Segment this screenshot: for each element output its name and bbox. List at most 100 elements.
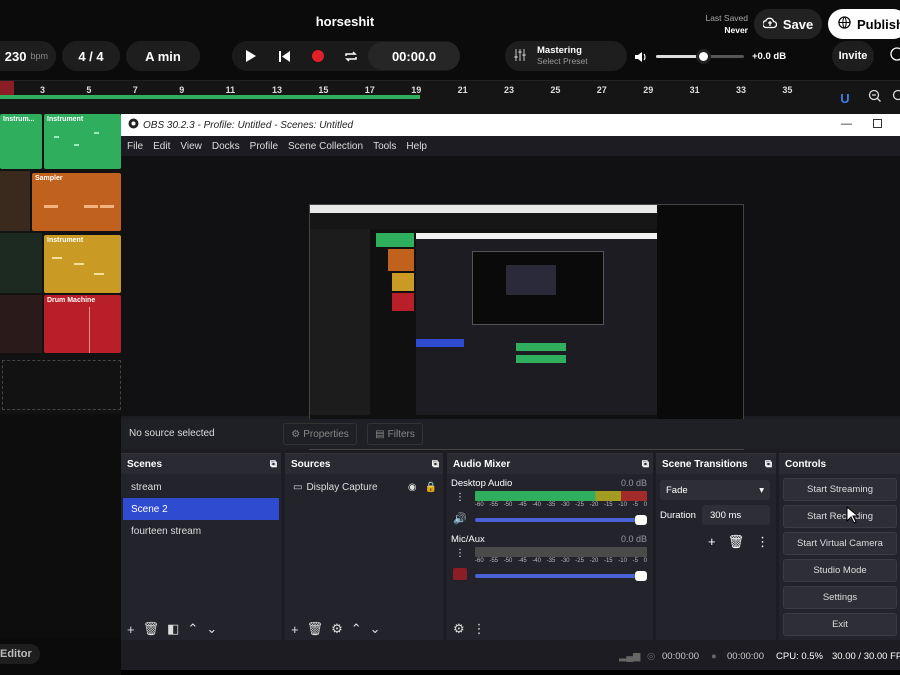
clip-drum-machine[interactable]: Drum Machine (44, 295, 121, 353)
menu-file[interactable]: File (127, 141, 143, 152)
clip-instrument-3[interactable]: Instrument (44, 235, 121, 293)
meter-scale-label: -40 (532, 558, 541, 564)
mastering-selector[interactable]: Mastering Select Preset (505, 41, 627, 71)
meter-scale-label: -5 (632, 558, 638, 564)
menu-docks[interactable]: Docks (212, 141, 240, 152)
chevron-down-icon[interactable]: ⌄ (370, 621, 381, 637)
loop-region-marker[interactable] (0, 81, 14, 95)
start-virtual-camera-button[interactable]: Start Virtual Camera (783, 532, 897, 555)
channel-db: 0.0 dB (620, 478, 647, 488)
kebab-icon[interactable]: ⋮ (756, 534, 769, 550)
chevron-up-icon[interactable]: ⌃ (351, 621, 362, 637)
editor-tab[interactable]: Editor (0, 644, 40, 664)
filter-icon: ▤ (375, 428, 385, 440)
invite-button[interactable]: Invite (832, 41, 874, 71)
zoom-out-icon[interactable] (868, 89, 882, 108)
share-icon[interactable] (888, 46, 900, 67)
add-icon[interactable]: + (291, 622, 299, 637)
menu-view[interactable]: View (180, 141, 202, 152)
settings-button[interactable]: Settings (783, 586, 897, 609)
scene-item[interactable]: fourteen stream (123, 520, 279, 542)
filters-button[interactable]: ▤ Filters (367, 423, 423, 445)
track-area: Instrum... Instrument Sampler Instrument… (0, 114, 121, 414)
lock-icon[interactable]: 🔒 (425, 482, 437, 493)
tempo-field[interactable]: 230 bpm (0, 41, 56, 71)
duration-input[interactable]: 300 ms (702, 505, 770, 525)
studio-mode-button[interactable]: Studio Mode (783, 559, 897, 582)
meter-scale-label: -15 (603, 502, 613, 508)
meter-scale-label: -35 (546, 558, 556, 564)
properties-button[interactable]: ⚙ Properties (283, 423, 357, 445)
meter-scale-label: -20 (589, 502, 599, 508)
eye-icon[interactable]: ◉ (408, 482, 417, 493)
zoom-in-icon[interactable] (892, 89, 900, 108)
undock-icon[interactable]: ⧉ (765, 459, 772, 470)
speaker-icon[interactable] (634, 50, 648, 68)
skip-back-icon[interactable] (270, 42, 298, 70)
exit-button[interactable]: Exit (783, 613, 897, 636)
key-field[interactable]: A min (126, 41, 200, 71)
filter-icon[interactable]: ◧ (167, 621, 179, 637)
start-recording-button[interactable]: Start Recording (783, 505, 897, 528)
ruler-number: 3 (40, 85, 46, 95)
clip-instrument-2[interactable]: Instrument (44, 114, 121, 169)
source-item[interactable]: ▭ Display Capture ◉ 🔒 (287, 476, 441, 498)
time-signature-field[interactable]: 4 / 4 (62, 41, 120, 71)
undock-icon[interactable]: ⧉ (432, 459, 439, 470)
menu-scene-collection[interactable]: Scene Collection (288, 141, 363, 152)
loop-icon[interactable] (337, 42, 365, 70)
mixer-header: Audio Mixer ⧉ (447, 454, 653, 474)
meter-scale-label: -50 (503, 558, 513, 564)
kebab-icon[interactable]: ⋮ (455, 548, 465, 559)
gear-icon[interactable]: ⚙ (331, 621, 343, 637)
meter-scale-label: -45 (517, 558, 527, 564)
time-display: 00:00.0 (368, 42, 460, 70)
undock-icon[interactable]: ⧉ (642, 459, 649, 470)
menu-tools[interactable]: Tools (373, 141, 396, 152)
timeline-ruler[interactable]: 3 5 7 9 11 13 15 17 19 21 23 25 27 29 31 33 35 U (0, 80, 900, 114)
speaker-icon[interactable]: 🔊 (453, 512, 467, 525)
stream-time: 00:00:00 (662, 651, 699, 662)
trash-icon[interactable]: 🗑 (307, 621, 324, 637)
kebab-icon[interactable]: ⋮ (455, 492, 465, 503)
last-saved: Last Saved Never (702, 12, 748, 36)
menu-edit[interactable]: Edit (153, 141, 170, 152)
save-button[interactable]: Save (754, 9, 822, 39)
volume-slider[interactable] (475, 571, 647, 581)
stream-icon: ◎ (647, 651, 656, 662)
chevron-up-icon[interactable]: ⌃ (187, 621, 198, 637)
chevron-down-icon[interactable]: ⌄ (206, 621, 217, 637)
magnet-snap-icon[interactable]: U (836, 87, 854, 109)
publish-button[interactable]: Publish (828, 9, 900, 39)
empty-track-dropzone[interactable] (2, 360, 121, 410)
timeline-playhead-region (0, 95, 420, 99)
trash-icon[interactable]: 🗑 (143, 621, 160, 637)
add-icon[interactable]: + (127, 622, 135, 637)
scene-item[interactable]: stream (123, 476, 279, 498)
project-title[interactable]: horseshit (0, 14, 690, 29)
meter-scale-label: -15 (603, 558, 613, 564)
undock-icon[interactable]: ⧉ (270, 459, 277, 470)
start-streaming-button[interactable]: Start Streaming (783, 478, 897, 501)
menu-profile[interactable]: Profile (250, 141, 278, 152)
muted-speaker-icon[interactable] (453, 568, 467, 580)
trash-icon[interactable]: 🗑 (728, 534, 745, 550)
kebab-icon[interactable]: ⋮ (473, 621, 486, 637)
add-icon[interactable]: + (708, 534, 716, 550)
program-preview[interactable] (309, 204, 744, 450)
transition-select[interactable]: Fade ▾ (660, 480, 770, 500)
clip-instrument-1[interactable]: Instrum... (0, 114, 42, 169)
clip-sampler[interactable]: Sampler (32, 173, 121, 231)
scene-item-selected[interactable]: Scene 2 (123, 498, 279, 520)
volume-slider[interactable] (475, 515, 647, 525)
maximize-icon[interactable] (873, 119, 882, 128)
master-volume-slider[interactable] (656, 49, 744, 64)
gear-icon[interactable]: ⚙ (453, 621, 465, 637)
ruler-number: 19 (411, 85, 422, 95)
play-icon[interactable] (237, 42, 265, 70)
controls-dock: Controls Start Streaming Start Recording… (779, 453, 900, 640)
minimize-icon[interactable]: — (841, 118, 852, 130)
menu-help[interactable]: Help (406, 141, 427, 152)
sliders-icon (513, 48, 527, 65)
record-icon[interactable] (304, 42, 332, 70)
